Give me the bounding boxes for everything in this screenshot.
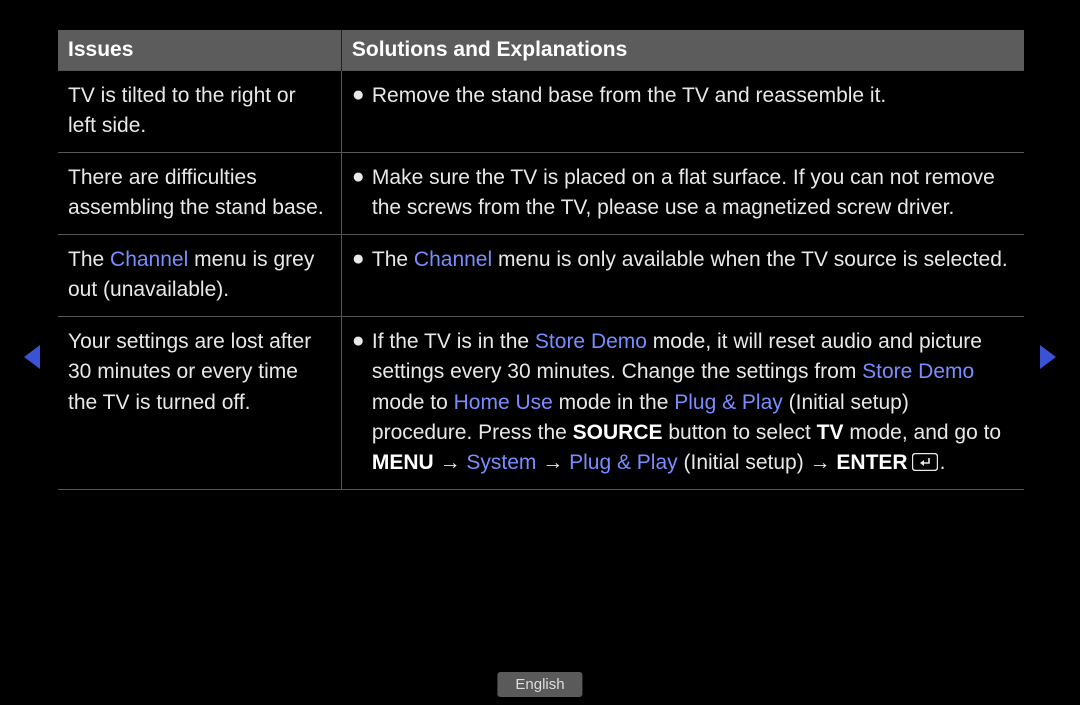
header-issues: Issues bbox=[58, 30, 341, 71]
bullet-icon: ● bbox=[352, 327, 372, 355]
highlight-plug-play: Plug & Play bbox=[674, 391, 783, 414]
solution-text: If the TV is in the Store Demo mode, it … bbox=[372, 327, 1012, 479]
table-row: Your settings are lost after 30 minutes … bbox=[58, 316, 1024, 489]
highlight-plug-play: Plug & Play bbox=[569, 451, 678, 474]
solution-text: Remove the stand base from the TV and re… bbox=[372, 81, 1012, 111]
table-row: The Channel menu is grey out (unavailabl… bbox=[58, 234, 1024, 316]
issue-text: There are difficulties assembling the st… bbox=[68, 163, 329, 224]
bold-menu: MENU bbox=[372, 451, 434, 474]
bullet-icon: ● bbox=[352, 81, 372, 109]
enter-icon bbox=[912, 453, 938, 471]
highlight-channel: Channel bbox=[110, 248, 188, 271]
solution-bullet: ● The Channel menu is only available whe… bbox=[352, 245, 1012, 275]
table-header-row: Issues Solutions and Explanations bbox=[58, 30, 1024, 71]
bullet-icon: ● bbox=[352, 163, 372, 191]
table-row: There are difficulties assembling the st… bbox=[58, 152, 1024, 234]
bold-tv: TV bbox=[817, 421, 844, 444]
solution-text: The Channel menu is only available when … bbox=[372, 245, 1012, 275]
solution-bullet: ● Make sure the TV is placed on a flat s… bbox=[352, 163, 1012, 224]
manual-page: Issues Solutions and Explanations TV is … bbox=[0, 0, 1080, 705]
bold-enter: ENTER bbox=[836, 451, 907, 474]
solution-bullet: ● Remove the stand base from the TV and … bbox=[352, 81, 1012, 111]
solution-bullet: ● If the TV is in the Store Demo mode, i… bbox=[352, 327, 1012, 479]
issue-text: The Channel menu is grey out (unavailabl… bbox=[68, 245, 329, 306]
next-page-arrow[interactable] bbox=[1040, 345, 1056, 369]
bold-source: SOURCE bbox=[573, 421, 663, 444]
bullet-icon: ● bbox=[352, 245, 372, 273]
troubleshooting-table: Issues Solutions and Explanations TV is … bbox=[58, 30, 1024, 490]
highlight-channel: Channel bbox=[414, 248, 492, 271]
issue-text: TV is tilted to the right or left side. bbox=[68, 81, 329, 142]
highlight-store-demo: Store Demo bbox=[862, 360, 974, 383]
highlight-store-demo: Store Demo bbox=[535, 330, 647, 353]
solution-text: Make sure the TV is placed on a flat sur… bbox=[372, 163, 1012, 224]
issue-text: Your settings are lost after 30 minutes … bbox=[68, 327, 329, 418]
highlight-home-use: Home Use bbox=[454, 391, 553, 414]
header-solutions: Solutions and Explanations bbox=[341, 30, 1024, 71]
language-badge: English bbox=[497, 672, 582, 697]
highlight-system: System bbox=[466, 451, 536, 474]
prev-page-arrow[interactable] bbox=[24, 345, 40, 369]
table-row: TV is tilted to the right or left side. … bbox=[58, 71, 1024, 153]
